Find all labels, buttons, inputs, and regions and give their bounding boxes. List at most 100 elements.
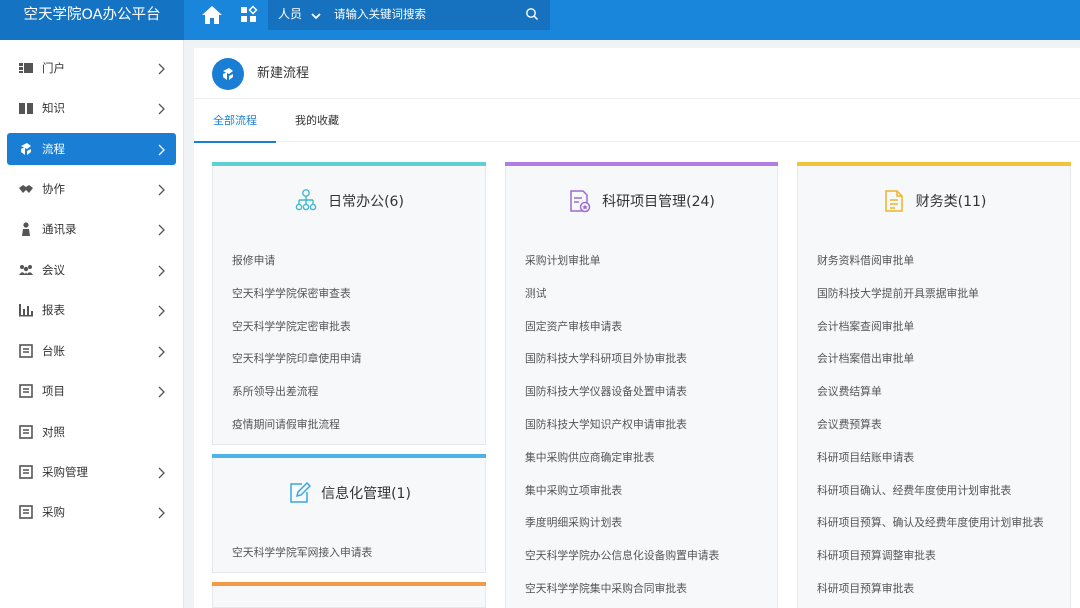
workflow-link[interactable]: 国防科技大学科研项目外协审批表 bbox=[525, 350, 765, 383]
sidebar-item-contacts[interactable]: 通讯录 bbox=[7, 213, 176, 245]
finance-doc-icon bbox=[882, 188, 906, 214]
tab-label: 我的收藏 bbox=[295, 114, 339, 127]
page-title: 新建流程 bbox=[257, 66, 310, 81]
sidebar-item-label: 协作 bbox=[42, 182, 65, 196]
chevron-right-icon bbox=[157, 61, 167, 75]
workflow-link[interactable]: 会计档案借出审批单 bbox=[817, 350, 1053, 383]
card-header: 财务类(11) bbox=[798, 186, 1070, 216]
workflow-link[interactable]: 国防科技大学知识产权申请审批表 bbox=[525, 416, 765, 449]
workflow-link[interactable]: 采购计划审批单 bbox=[525, 252, 765, 285]
workflow-link[interactable]: 国防科技大学仪器设备处置申请表 bbox=[525, 383, 765, 416]
tab-bar: 全部流程 我的收藏 bbox=[194, 99, 1080, 143]
workflow-list: 报修申请 空天科学学院保密审查表 空天科学学院定密审批表 空天科学学院印章使用申… bbox=[232, 252, 472, 449]
search-input[interactable] bbox=[334, 3, 519, 25]
app-grid-icon[interactable] bbox=[237, 3, 261, 27]
sidebar-item-collaboration[interactable]: 协作 bbox=[7, 173, 176, 205]
workflow-link[interactable]: 空天科学学院办公信息化设备购置申请表 bbox=[525, 547, 765, 580]
chevron-right-icon bbox=[157, 101, 167, 115]
sidebar-item-label: 流程 bbox=[42, 142, 65, 156]
workflow-link[interactable]: 科研项目确认、经费年度使用计划审批表 bbox=[817, 482, 1053, 515]
workflow-link[interactable]: 科研项目预算调整审批表 bbox=[817, 547, 1053, 580]
card-accent-bar bbox=[212, 162, 486, 166]
sidebar-item-label: 会议 bbox=[42, 263, 65, 277]
compare-icon bbox=[18, 424, 34, 440]
book-icon bbox=[18, 100, 34, 116]
sidebar-item-label: 采购 bbox=[42, 505, 65, 519]
workflow-icon bbox=[212, 58, 244, 90]
sidebar-item-workflow[interactable]: 流程 bbox=[7, 133, 176, 165]
workflow-link[interactable]: 会计档案查阅审批单 bbox=[817, 318, 1053, 351]
app-title: 空天学院OA办公平台 bbox=[0, 0, 184, 40]
workflow-link[interactable]: 报修申请 bbox=[232, 252, 472, 285]
main-panel: 新建流程 全部流程 我的收藏 日常办公(6) 报修申请 空天科学学院保密审查表 … bbox=[194, 48, 1080, 608]
chevron-right-icon bbox=[157, 384, 167, 398]
workflow-link[interactable]: 疫情期间请假审批流程 bbox=[232, 416, 472, 449]
research-doc-icon bbox=[568, 188, 592, 214]
category-card-partial bbox=[212, 582, 486, 608]
workflow-link[interactable]: 固定资产审核申请表 bbox=[525, 318, 765, 351]
workflow-link[interactable]: 科研项目结账申请表 bbox=[817, 449, 1053, 482]
card-title: 日常办公(6) bbox=[328, 194, 404, 210]
sidebar-item-ledger[interactable]: 台账 bbox=[7, 335, 176, 367]
workflow-link[interactable]: 会议费结算单 bbox=[817, 383, 1053, 416]
sidebar-item-label: 对照 bbox=[42, 425, 65, 439]
search-icon[interactable] bbox=[525, 6, 539, 21]
workflow-link[interactable]: 空天科学学院集中采购合同审批表 bbox=[525, 580, 765, 608]
sidebar-item-project[interactable]: 项目 bbox=[7, 375, 176, 407]
sidebar-item-meeting[interactable]: 会议 bbox=[7, 254, 176, 286]
sidebar-item-label: 报表 bbox=[42, 303, 65, 317]
workflow-link[interactable]: 集中采购供应商确定审批表 bbox=[525, 449, 765, 482]
meeting-icon bbox=[18, 262, 34, 278]
chevron-right-icon bbox=[157, 142, 167, 156]
project-icon bbox=[18, 383, 34, 399]
chevron-down-icon[interactable] bbox=[310, 7, 322, 20]
workflow-list: 空天科学学院军网接入申请表 bbox=[232, 544, 472, 577]
card-accent-bar bbox=[797, 162, 1071, 166]
sidebar-item-label: 门户 bbox=[42, 61, 65, 75]
home-icon[interactable] bbox=[200, 4, 224, 26]
workflow-link[interactable]: 财务资料借阅审批单 bbox=[817, 252, 1053, 285]
sidebar-item-knowledge[interactable]: 知识 bbox=[7, 92, 176, 124]
card-title: 信息化管理(1) bbox=[321, 486, 411, 502]
workflow-link[interactable]: 系所领导出差流程 bbox=[232, 383, 472, 416]
card-title: 财务类(11) bbox=[915, 194, 987, 210]
workflow-link[interactable]: 空天科学学院定密审批表 bbox=[232, 318, 472, 351]
sidebar: 门户 知识 流程 协作 通讯录 会议 报表 台账 项目 对照 采购管理 采购 bbox=[0, 40, 184, 608]
sidebar-item-procurement-management[interactable]: 采购管理 bbox=[7, 456, 176, 488]
category-card-daily-office: 日常办公(6) 报修申请 空天科学学院保密审查表 空天科学学院定密审批表 空天科… bbox=[212, 162, 486, 445]
sidebar-item-compare[interactable]: 对照 bbox=[7, 416, 176, 448]
workflow-link[interactable]: 测试 bbox=[525, 285, 765, 318]
workflow-link[interactable]: 会议费预算表 bbox=[817, 416, 1053, 449]
workflow-link[interactable]: 科研项目预算、确认及经费年度使用计划审批表 bbox=[817, 514, 1053, 547]
sidebar-item-purchase[interactable]: 采购 bbox=[7, 496, 176, 528]
sidebar-item-portal[interactable]: 门户 bbox=[7, 52, 176, 84]
org-chart-icon bbox=[294, 188, 318, 214]
workflow-link[interactable]: 空天科学学院保密审查表 bbox=[232, 285, 472, 318]
card-accent-bar bbox=[212, 454, 486, 458]
card-accent-bar bbox=[212, 582, 486, 586]
workflow-link[interactable]: 季度明细采购计划表 bbox=[525, 514, 765, 547]
card-accent-bar bbox=[505, 162, 778, 166]
chevron-right-icon bbox=[157, 263, 167, 277]
procurement-icon bbox=[18, 464, 34, 480]
sidebar-item-label: 项目 bbox=[42, 384, 65, 398]
workflow-link[interactable]: 空天科学学院军网接入申请表 bbox=[232, 544, 472, 577]
workflow-link[interactable]: 国防科技大学提前开具票据审批单 bbox=[817, 285, 1053, 318]
contacts-icon bbox=[18, 221, 34, 237]
tab-all-workflows[interactable]: 全部流程 bbox=[194, 99, 276, 143]
chevron-right-icon bbox=[157, 505, 167, 519]
chevron-right-icon bbox=[157, 303, 167, 317]
sidebar-item-report[interactable]: 报表 bbox=[7, 294, 176, 326]
workflow-link[interactable]: 科研项目预算审批表 bbox=[817, 580, 1053, 608]
workflow-list: 财务资料借阅审批单 国防科技大学提前开具票据审批单 会计档案查阅审批单 会计档案… bbox=[817, 252, 1053, 608]
sidebar-item-label: 采购管理 bbox=[42, 465, 88, 479]
top-header: 空天学院OA办公平台 人员 bbox=[0, 0, 1080, 40]
card-header: 信息化管理(1) bbox=[213, 478, 485, 508]
search-scope-select[interactable]: 人员 bbox=[278, 0, 302, 28]
workflow-link[interactable]: 集中采购立项审批表 bbox=[525, 482, 765, 515]
title-bar: 新建流程 bbox=[194, 48, 1080, 99]
sidebar-item-label: 知识 bbox=[42, 101, 65, 115]
sidebar-item-label: 通讯录 bbox=[42, 222, 77, 236]
tab-my-favorites[interactable]: 我的收藏 bbox=[282, 99, 352, 142]
workflow-link[interactable]: 空天科学学院印章使用申请 bbox=[232, 350, 472, 383]
